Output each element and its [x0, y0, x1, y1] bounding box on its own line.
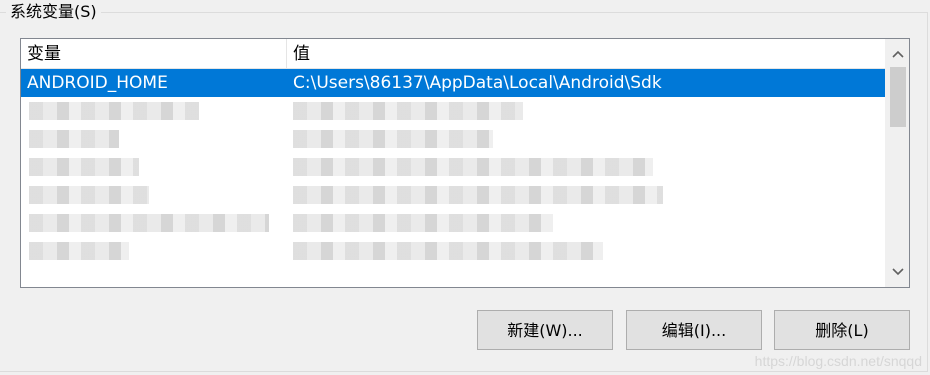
blurred-variable-value — [293, 186, 663, 204]
blurred-variable-value — [293, 242, 603, 260]
table-row[interactable] — [21, 97, 885, 125]
blurred-variable-value — [293, 214, 553, 232]
list-header: 变量 值 — [21, 39, 885, 69]
edit-button[interactable]: 编辑(I)... — [626, 310, 762, 350]
vertical-scrollbar[interactable] — [885, 39, 909, 287]
group-title: 系统变量(S) — [6, 0, 101, 24]
table-row[interactable] — [21, 237, 885, 265]
table-row[interactable] — [21, 153, 885, 181]
blurred-variable-name — [29, 130, 119, 148]
blurred-variable-name — [29, 102, 199, 120]
delete-button[interactable]: 删除(L) — [774, 310, 910, 350]
system-variables-list[interactable]: 变量 值 ANDROID_HOME C:\Users\86137\AppData… — [20, 38, 910, 288]
column-header-value[interactable]: 值 — [287, 39, 885, 69]
blurred-variable-name — [29, 186, 149, 204]
table-row[interactable] — [21, 181, 885, 209]
blurred-variable-name — [29, 158, 139, 176]
blurred-variable-value — [293, 102, 523, 120]
chevron-down-icon[interactable] — [886, 261, 909, 283]
blurred-variable-value — [293, 158, 653, 176]
variable-value-cell: C:\Users\86137\AppData\Local\Android\Sdk — [293, 73, 662, 93]
table-row[interactable] — [21, 125, 885, 153]
watermark-text: https://blog.csdn.net/snqqd — [754, 353, 922, 369]
blurred-variable-name — [29, 214, 269, 232]
variable-name-cell: ANDROID_HOME — [27, 73, 168, 93]
new-button[interactable]: 新建(W)... — [477, 310, 613, 350]
blurred-variable-value — [293, 130, 493, 148]
chevron-up-icon[interactable] — [886, 43, 909, 65]
column-header-variable[interactable]: 变量 — [21, 39, 287, 69]
table-row[interactable] — [21, 209, 885, 237]
blurred-variable-name — [29, 242, 129, 260]
list-body: ANDROID_HOME C:\Users\86137\AppData\Loca… — [21, 69, 885, 287]
table-row[interactable]: ANDROID_HOME C:\Users\86137\AppData\Loca… — [21, 69, 885, 97]
scrollbar-thumb[interactable] — [890, 67, 906, 127]
